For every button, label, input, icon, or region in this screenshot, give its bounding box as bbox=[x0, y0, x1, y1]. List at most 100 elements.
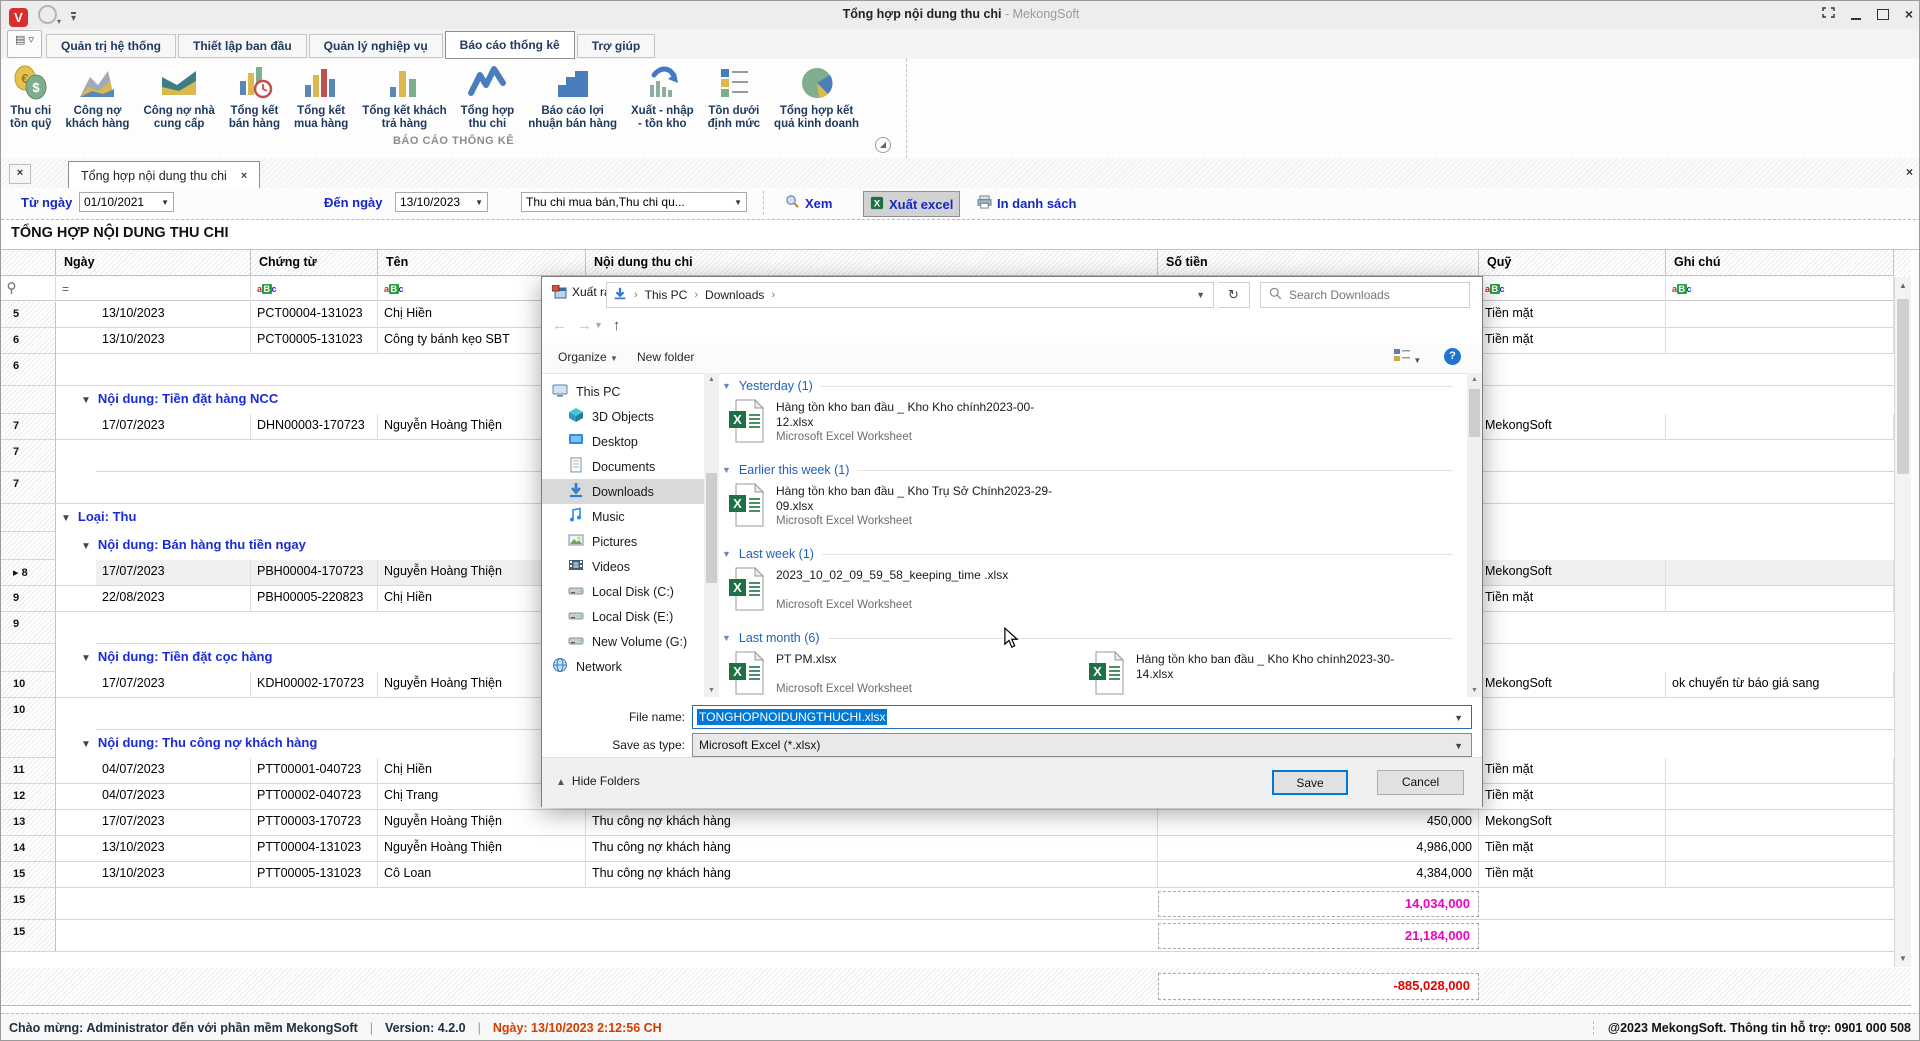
file-group-header[interactable]: ▼Last month (6) bbox=[722, 627, 1467, 649]
grid-cell-quy[interactable]: Tiền mặt bbox=[1479, 328, 1666, 354]
address-bar[interactable]: › This PC › Downloads › ▼ bbox=[606, 282, 1214, 308]
grid-cell-sotien[interactable]: 4,384,000 bbox=[1158, 862, 1479, 888]
file-group-header[interactable]: ▼Yesterday (1) bbox=[722, 375, 1467, 397]
table-row[interactable]: 1317/07/2023PTT00003-170723Nguyễn Hoàng … bbox=[1, 810, 1911, 836]
breadcrumb-this-pc[interactable]: This PC bbox=[645, 288, 688, 302]
to-date-input[interactable]: 13/10/2023▼ bbox=[395, 192, 488, 212]
forward-icon[interactable]: → bbox=[577, 317, 592, 334]
grid-cell-quy[interactable]: MekongSoft bbox=[1479, 414, 1666, 440]
ribbon-item[interactable]: Xuất - nhập - tồn kho bbox=[624, 61, 701, 133]
app-menu-button[interactable]: ▤ ▿ bbox=[7, 30, 42, 58]
ribbon-item[interactable]: Tổng kết khách trả hàng bbox=[355, 61, 453, 133]
table-row[interactable]: 1513/10/2023PTT00005-131023Cô LoanThu cô… bbox=[1, 862, 1911, 888]
view-options-icon[interactable]: ▼ bbox=[1394, 349, 1421, 366]
grid-cell-ghichu[interactable] bbox=[1666, 302, 1894, 328]
up-icon[interactable]: ↑ bbox=[613, 317, 621, 334]
ribbon-item[interactable]: Tổng kết mua hàng bbox=[287, 61, 355, 133]
help-icon[interactable]: ? bbox=[1444, 348, 1461, 365]
scroll-up-icon[interactable]: ▲ bbox=[1895, 281, 1911, 290]
scroll-up-icon[interactable]: ▲ bbox=[1467, 376, 1482, 383]
grid-cell-chungtu[interactable]: PBH00005-220823 bbox=[251, 586, 378, 612]
ribbon-tab-0[interactable]: Quản trị hệ thống bbox=[46, 34, 176, 58]
sidebar-item-desktop[interactable]: Desktop bbox=[542, 429, 704, 454]
chevron-down-icon[interactable]: ▼ bbox=[1454, 741, 1463, 751]
grid-cell-ngay[interactable]: 17/07/2023 bbox=[96, 810, 251, 836]
grid-cell-sotien[interactable]: 4,986,000 bbox=[1158, 836, 1479, 862]
grid-cell-quy[interactable]: Tiền mặt bbox=[1479, 758, 1666, 784]
grid-cell-ngay[interactable]: 22/08/2023 bbox=[96, 586, 251, 612]
column-header[interactable]: Chứng từ bbox=[251, 250, 378, 276]
grid-cell-quy[interactable]: MekongSoft bbox=[1479, 672, 1666, 698]
grid-cell-ngay[interactable]: 13/10/2023 bbox=[96, 836, 251, 862]
row-indicator[interactable]: 9 bbox=[1, 586, 56, 612]
sidebar-scrollbar[interactable]: ▲ ▼ bbox=[704, 373, 719, 697]
scrollbar-thumb[interactable] bbox=[1469, 389, 1480, 437]
grid-cell-chungtu[interactable]: KDH00002-170723 bbox=[251, 672, 378, 698]
grid-cell-ghichu[interactable] bbox=[1666, 810, 1894, 836]
ribbon-tab-2[interactable]: Quản lý nghiệp vụ bbox=[309, 34, 443, 58]
filter-cell[interactable]: aBc bbox=[1666, 277, 1894, 301]
file-list-scrollbar[interactable]: ▲ ▼ bbox=[1467, 373, 1482, 697]
minimize-button[interactable] bbox=[1851, 9, 1861, 20]
ribbon-tab-3[interactable]: Báo cáo thống kê bbox=[445, 31, 575, 59]
row-indicator[interactable]: 11 bbox=[1, 758, 56, 784]
grid-cell-ghichu[interactable] bbox=[1666, 862, 1894, 888]
row-indicator[interactable]: 14 bbox=[1, 836, 56, 862]
sidebar-item-network[interactable]: Network bbox=[542, 654, 704, 679]
filter-cell[interactable]: = bbox=[56, 277, 251, 301]
row-indicator[interactable]: 15 bbox=[1, 862, 56, 888]
close-tab-icon[interactable]: × bbox=[241, 170, 247, 182]
column-header[interactable]: Quỹ bbox=[1479, 250, 1666, 276]
chevron-down-icon[interactable]: ▼ bbox=[1454, 713, 1463, 723]
file-group-header[interactable]: ▼Last week (1) bbox=[722, 543, 1467, 565]
sidebar-item-pictures[interactable]: Pictures bbox=[542, 529, 704, 554]
ribbon-tab-1[interactable]: Thiết lập ban đầu bbox=[178, 34, 307, 58]
grid-cell-ghichu[interactable]: ok chuyển từ báo giá sang bbox=[1666, 672, 1894, 698]
filter-cell[interactable]: aBc bbox=[1479, 277, 1666, 301]
grid-cell-sotien[interactable]: 450,000 bbox=[1158, 810, 1479, 836]
grid-cell-chungtu[interactable]: PTT00003-170723 bbox=[251, 810, 378, 836]
grid-cell-ngay[interactable]: 13/10/2023 bbox=[96, 862, 251, 888]
export-excel-button[interactable]: X Xuất excel bbox=[863, 191, 960, 217]
grid-cell-ngay[interactable]: 17/07/2023 bbox=[96, 560, 251, 586]
hide-folders-button[interactable]: ▲Hide Folders bbox=[556, 774, 640, 788]
grid-cell-noidung[interactable]: Thu công nợ khách hàng bbox=[586, 862, 1158, 888]
table-row[interactable]: 1413/10/2023PTT00004-131023Nguyễn Hoàng … bbox=[1, 836, 1911, 862]
refresh-icon[interactable]: ↻ bbox=[1218, 282, 1250, 308]
column-header[interactable]: Nội dung thu chi bbox=[586, 250, 1158, 276]
grid-cell-quy[interactable]: Tiền mặt bbox=[1479, 784, 1666, 810]
ribbon-item[interactable]: Công nợ nhà cung cấp bbox=[136, 61, 221, 133]
ribbon-item[interactable]: €$Thu chi tồn quỹ bbox=[3, 61, 59, 133]
scroll-up-icon[interactable]: ▲ bbox=[704, 376, 719, 383]
grid-cell-quy[interactable]: Tiền mặt bbox=[1479, 302, 1666, 328]
grid-cell-quy[interactable]: Tiền mặt bbox=[1479, 862, 1666, 888]
grid-cell-ngay[interactable]: 17/07/2023 bbox=[96, 672, 251, 698]
document-tab[interactable]: Tổng hợp nội dung thu chi × bbox=[68, 161, 260, 189]
grid-cell-quy[interactable]: MekongSoft bbox=[1479, 810, 1666, 836]
file-group-header[interactable]: ▼Earlier this week (1) bbox=[722, 459, 1467, 481]
ribbon-group-options-icon[interactable]: ◢ bbox=[875, 137, 891, 153]
column-header[interactable]: Tên bbox=[378, 250, 586, 276]
grid-cell-ghichu[interactable] bbox=[1666, 836, 1894, 862]
close-all-tabs-button[interactable]: × bbox=[9, 164, 31, 184]
grid-cell-ten[interactable]: Nguyễn Hoàng Thiện bbox=[378, 836, 586, 862]
file-item[interactable]: XHàng tồn kho ban đầu _ Kho Trụ Sở Chính… bbox=[722, 481, 1082, 539]
grid-cell-ngay[interactable]: 04/07/2023 bbox=[96, 784, 251, 810]
grid-cell-ghichu[interactable] bbox=[1666, 414, 1894, 440]
file-name-input[interactable]: TONGHOPNOIDUNGTHUCHI.xlsx ▼ bbox=[692, 705, 1472, 729]
grid-cell-ngay[interactable]: 17/07/2023 bbox=[96, 414, 251, 440]
scrollbar-thumb[interactable] bbox=[1897, 299, 1909, 474]
grid-cell-chungtu[interactable]: PTT00001-040723 bbox=[251, 758, 378, 784]
row-indicator[interactable]: 7 bbox=[1, 414, 56, 440]
ribbon-item[interactable]: Tồn dưới định mức bbox=[701, 61, 767, 133]
sidebar-item-local-disk-c-[interactable]: Local Disk (C:) bbox=[542, 579, 704, 604]
sidebar-item-new-volume-g-[interactable]: New Volume (G:) bbox=[542, 629, 704, 654]
ribbon-tab-4[interactable]: Trợ giúp bbox=[577, 34, 656, 58]
scrollbar-thumb[interactable] bbox=[706, 473, 717, 583]
row-indicator[interactable]: 6 bbox=[1, 328, 56, 354]
organize-button[interactable]: Organize ▼ bbox=[558, 350, 618, 364]
ribbon-item[interactable]: Tổng hợp thu chi bbox=[454, 61, 522, 133]
filter-cell[interactable]: aBc bbox=[251, 277, 378, 301]
from-date-input[interactable]: 01/10/2021▼ bbox=[79, 192, 174, 212]
sidebar-item-local-disk-e-[interactable]: Local Disk (E:) bbox=[542, 604, 704, 629]
